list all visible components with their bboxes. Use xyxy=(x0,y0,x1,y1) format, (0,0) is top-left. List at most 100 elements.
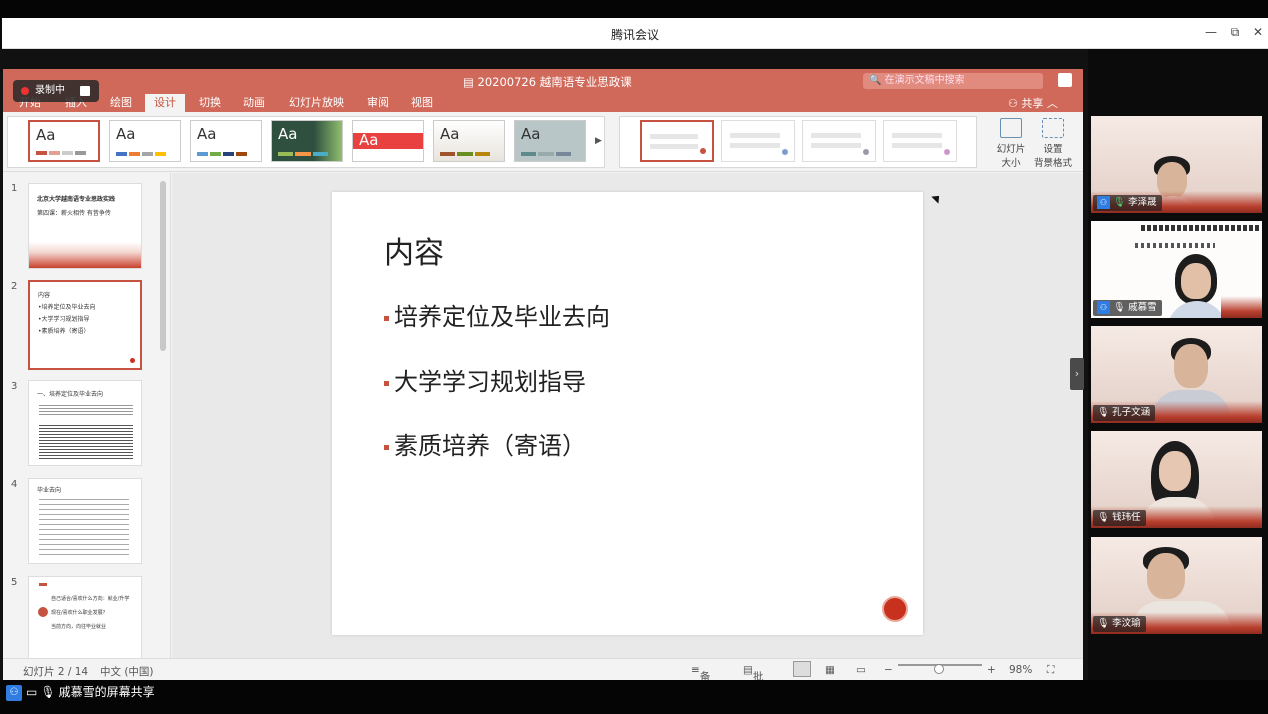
microphone-icon: 🎙 xyxy=(1113,197,1126,208)
theme-thumb[interactable]: Aa xyxy=(109,120,181,162)
stop-recording-icon[interactable] xyxy=(80,86,90,96)
microphone-icon: 🎙 xyxy=(1113,302,1126,313)
mouse-cursor-icon xyxy=(931,192,943,204)
theme-thumb[interactable]: Aa xyxy=(433,120,505,162)
slide-heading: 内容 xyxy=(384,236,444,271)
slide-thumbnail-1[interactable]: 北京大学越南语专业思政实践 第四课：薪火相传 有昔争传 xyxy=(28,183,142,269)
participant-name-tag: 🎙 孔子文涵 xyxy=(1093,405,1156,421)
theme-thumb[interactable]: Aa xyxy=(514,120,586,162)
user-icon: ⚇ xyxy=(1097,301,1110,314)
gallery-more-icon[interactable]: ▶ xyxy=(595,136,602,146)
microphone-icon: 🎙 xyxy=(1097,407,1110,418)
microphone-icon: 🎙 xyxy=(40,685,56,699)
slide-size-button[interactable]: 幻灯片 大小 xyxy=(989,118,1033,172)
slide-thumbnail-4[interactable]: 毕业去向 xyxy=(28,478,142,564)
normal-view-icon[interactable] xyxy=(793,661,811,677)
microphone-icon: 🎙 xyxy=(1097,512,1110,523)
language-indicator[interactable]: 中文 (中国) xyxy=(100,664,154,679)
minimize-icon[interactable]: — xyxy=(1202,25,1220,39)
meeting-title: 腾讯会议 xyxy=(610,28,659,42)
tab-animations[interactable]: 动画 xyxy=(243,94,265,112)
slideshow-view-icon[interactable]: ▭ xyxy=(856,664,866,676)
tab-draw[interactable]: 绘图 xyxy=(110,94,132,112)
thumb-text: 一、培养定位及毕业去向 xyxy=(37,391,104,398)
format-background-icon xyxy=(1042,118,1064,138)
record-dot-icon xyxy=(21,87,29,95)
variant-thumb[interactable] xyxy=(883,120,957,162)
slide-thumbnail-pane: 1 北京大学越南语专业思政实践 第四课：薪火相传 有昔争传 2 内容 •培养定位… xyxy=(3,173,171,658)
thumb-text-block xyxy=(39,425,133,459)
notes-button[interactable]: ≡ 备注 xyxy=(691,664,710,680)
thumb-circle-icon xyxy=(38,607,48,617)
slide-thumbnail-5[interactable]: 自己适合/喜欢什么方向：就业/升学 现在/喜欢什么职业发展？ 当前方向，向往毕业… xyxy=(28,576,142,658)
slide-size-icon xyxy=(1000,118,1022,138)
thumb-decoration xyxy=(29,242,141,268)
tab-design[interactable]: 设计 xyxy=(145,94,185,112)
theme-thumb[interactable]: Aa xyxy=(190,120,262,162)
participant-video[interactable]: 🎙 李汶瑜 xyxy=(1091,537,1262,634)
person-body xyxy=(1167,301,1227,318)
mirrored-slide-text xyxy=(1135,243,1215,248)
zoom-out-icon[interactable]: − xyxy=(884,664,893,676)
participant-video[interactable]: 🎙 钱玮任 xyxy=(1091,431,1262,528)
slide-sorter-icon[interactable]: ▦ xyxy=(825,664,835,676)
slide-bullet: 大学学习规划指导 xyxy=(384,362,586,397)
thumb-text: •素质培养（寄语） xyxy=(38,328,90,335)
participant-video[interactable]: ⚇ 🎙 李泽晟 xyxy=(1091,116,1262,213)
recording-indicator[interactable]: 录制中 xyxy=(13,80,99,102)
document-title: ▤ 20200726 越南语专业思政课 xyxy=(463,75,632,89)
restore-icon[interactable]: ⧉ xyxy=(1226,25,1244,40)
thumb-text: 毕业去向 xyxy=(37,487,62,494)
thumb-text: 现在/喜欢什么职业发展？ xyxy=(51,610,108,616)
tab-transitions[interactable]: 切换 xyxy=(199,94,221,112)
slide-thumbnail-2[interactable]: 内容 •培养定位及毕业去向 •大学学习规划指导 •素质培养（寄语） xyxy=(28,280,142,370)
slide-number: 2 xyxy=(11,281,18,292)
search-input[interactable]: 🔍 在演示文稿中搜索 xyxy=(863,73,1043,89)
screen-icon: ▭ xyxy=(26,685,38,699)
user-icon: ⚇ xyxy=(6,684,22,701)
slide-number: 4 xyxy=(11,479,18,490)
person-face xyxy=(1174,344,1208,388)
slide-editing-canvas: 内容 培养定位及毕业去向 大学学习规划指导 素质培养（寄语） xyxy=(172,173,1083,658)
participant-name-tag: ⚇ 🎙 李泽晟 xyxy=(1093,195,1162,211)
theme-thumb[interactable]: Aa xyxy=(352,120,424,162)
variant-thumb[interactable] xyxy=(802,120,876,162)
fit-to-window-icon[interactable]: ⛶ xyxy=(1047,664,1054,677)
thumb-title-bar xyxy=(39,583,47,586)
thumb-text: 第四课：薪火相传 有昔争传 xyxy=(37,210,111,217)
comments-button[interactable]: ▤ 批注 xyxy=(743,664,763,680)
thumb-text: •培养定位及毕业去向 xyxy=(38,304,96,311)
theme-thumb[interactable]: Aa xyxy=(271,120,343,162)
powerpoint-window: ▤ 20200726 越南语专业思政课 🔍 在演示文稿中搜索 ⚇ 共享 ︿ 开始… xyxy=(3,69,1083,680)
thumb-text: •大学学习规划指导 xyxy=(38,316,90,323)
participant-video[interactable]: 🎙 孔子文涵 xyxy=(1091,326,1262,423)
thumbnail-scrollbar[interactable] xyxy=(160,181,166,351)
tab-view[interactable]: 视图 xyxy=(411,94,433,112)
theme-thumb[interactable]: Aa xyxy=(28,120,100,162)
zoom-slider-knob[interactable] xyxy=(934,664,944,674)
bottom-bar: ⚇ ▭ 🎙 戚慕雪的屏幕共享 xyxy=(0,680,1268,714)
tab-slideshow[interactable]: 幻灯片放映 xyxy=(289,94,344,112)
slide-bullet: 培养定位及毕业去向 xyxy=(384,297,610,332)
collapse-panel-handle[interactable]: › xyxy=(1070,358,1084,390)
slide-number: 5 xyxy=(11,577,18,588)
participant-video[interactable]: ⚇ 🎙 戚慕雪 xyxy=(1091,221,1262,318)
variant-thumb[interactable] xyxy=(721,120,795,162)
participant-name-tag: 🎙 李汶瑜 xyxy=(1093,616,1146,632)
screen-share-label[interactable]: ⚇ ▭ 🎙 戚慕雪的屏幕共享 xyxy=(6,683,155,701)
thumb-text: 自己适合/喜欢什么方向：就业/升学 xyxy=(51,596,130,602)
format-background-button[interactable]: 设置 背景格式 xyxy=(1031,118,1075,172)
design-gallery: Aa Aa Aa Aa Aa Aa Aa ▶ 幻灯片 大小 设置 背景格式 xyxy=(3,112,1083,172)
user-icon[interactable] xyxy=(1058,73,1072,87)
seal-icon xyxy=(882,596,908,622)
zoom-level[interactable]: 98% xyxy=(1009,664,1032,676)
close-icon[interactable]: ✕ xyxy=(1249,25,1267,39)
zoom-in-icon[interactable]: + xyxy=(987,664,996,676)
tab-review[interactable]: 审阅 xyxy=(367,94,389,112)
slide-thumbnail-3[interactable]: 一、培养定位及毕业去向 xyxy=(28,380,142,466)
current-slide[interactable]: 内容 培养定位及毕业去向 大学学习规划指导 素质培养（寄语） xyxy=(332,192,923,635)
person-face xyxy=(1159,451,1191,491)
user-icon: ⚇ xyxy=(1097,196,1110,209)
participant-name-tag: 🎙 钱玮任 xyxy=(1093,510,1146,526)
variant-thumb[interactable] xyxy=(640,120,714,162)
